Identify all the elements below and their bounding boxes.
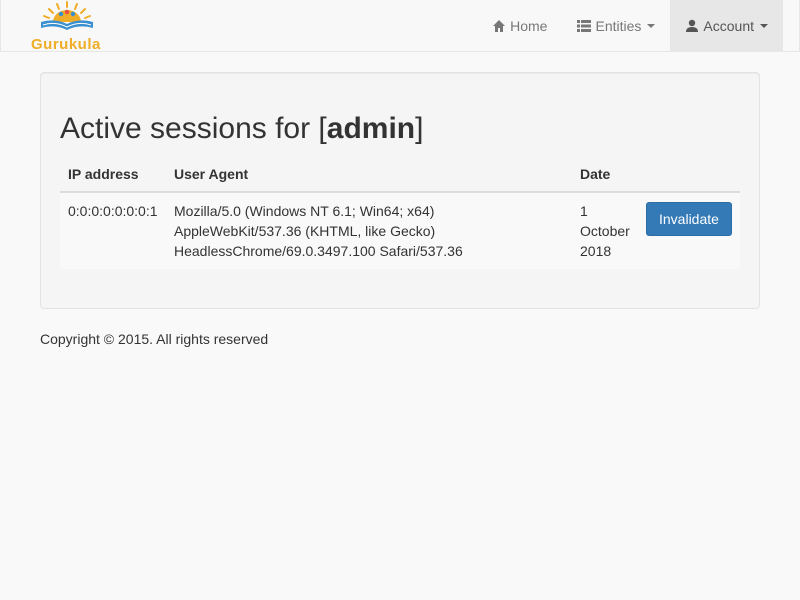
page-title-prefix: Active sessions for [ bbox=[60, 112, 327, 145]
table-row: 0:0:0:0:0:0:0:1 Mozilla/5.0 (Windows NT … bbox=[60, 192, 740, 269]
header-actions bbox=[638, 157, 740, 193]
main-nav: Home Entities Account bbox=[477, 0, 783, 52]
session-date: 1 October 2018 bbox=[572, 192, 638, 269]
header-user-agent: User Agent bbox=[166, 157, 572, 193]
nav-account-dropdown[interactable]: Account bbox=[670, 0, 783, 52]
table-header-row: IP address User Agent Date bbox=[60, 157, 740, 193]
page-title-user: admin bbox=[326, 112, 416, 145]
sessions-table: IP address User Agent Date 0:0:0:0:0:0:0… bbox=[60, 157, 740, 269]
user-agent-line: Mozilla/5.0 (Windows NT 6.1; Win64; x64) bbox=[174, 203, 435, 219]
user-agent-line: HeadlessChrome/69.0.3497.100 Safari/537.… bbox=[174, 243, 463, 259]
chevron-down-icon bbox=[760, 24, 768, 28]
invalidate-button[interactable]: Invalidate bbox=[646, 202, 732, 236]
session-user-agent: Mozilla/5.0 (Windows NT 6.1; Win64; x64)… bbox=[166, 192, 572, 269]
header-ip-address: IP address bbox=[60, 157, 166, 193]
chevron-down-icon bbox=[647, 24, 656, 28]
date-line: October bbox=[580, 223, 630, 239]
nav-home[interactable]: Home bbox=[477, 0, 562, 52]
page-title-suffix: ] bbox=[415, 112, 424, 145]
date-line: 1 bbox=[580, 203, 588, 219]
user-agent-line: AppleWebKit/537.36 (KHTML, like Gecko) bbox=[174, 223, 436, 239]
gurukula-logo-icon bbox=[41, 1, 93, 30]
navbar: Gurukula Home Entities Account bbox=[0, 0, 800, 53]
nav-entities-dropdown[interactable]: Entities bbox=[562, 0, 670, 52]
footer-copyright: Copyright © 2015. All rights reserved bbox=[40, 331, 269, 347]
header-date: Date bbox=[572, 157, 638, 193]
date-line: 2018 bbox=[580, 243, 612, 259]
page-title: Active sessions for [admin] bbox=[60, 111, 423, 147]
sessions-panel: Active sessions for [admin] IP address U… bbox=[40, 72, 760, 309]
nav-entities-label: Entities bbox=[595, 18, 642, 34]
list-icon bbox=[577, 20, 592, 32]
session-actions: Invalidate bbox=[638, 192, 740, 269]
home-icon bbox=[493, 20, 506, 32]
brand-link[interactable]: Gurukula bbox=[29, 0, 109, 53]
user-icon bbox=[686, 19, 699, 32]
session-ip: 0:0:0:0:0:0:0:1 bbox=[60, 192, 166, 269]
brand-name: Gurukula bbox=[31, 36, 101, 53]
nav-home-label: Home bbox=[510, 18, 548, 34]
nav-account-label: Account bbox=[703, 18, 754, 34]
